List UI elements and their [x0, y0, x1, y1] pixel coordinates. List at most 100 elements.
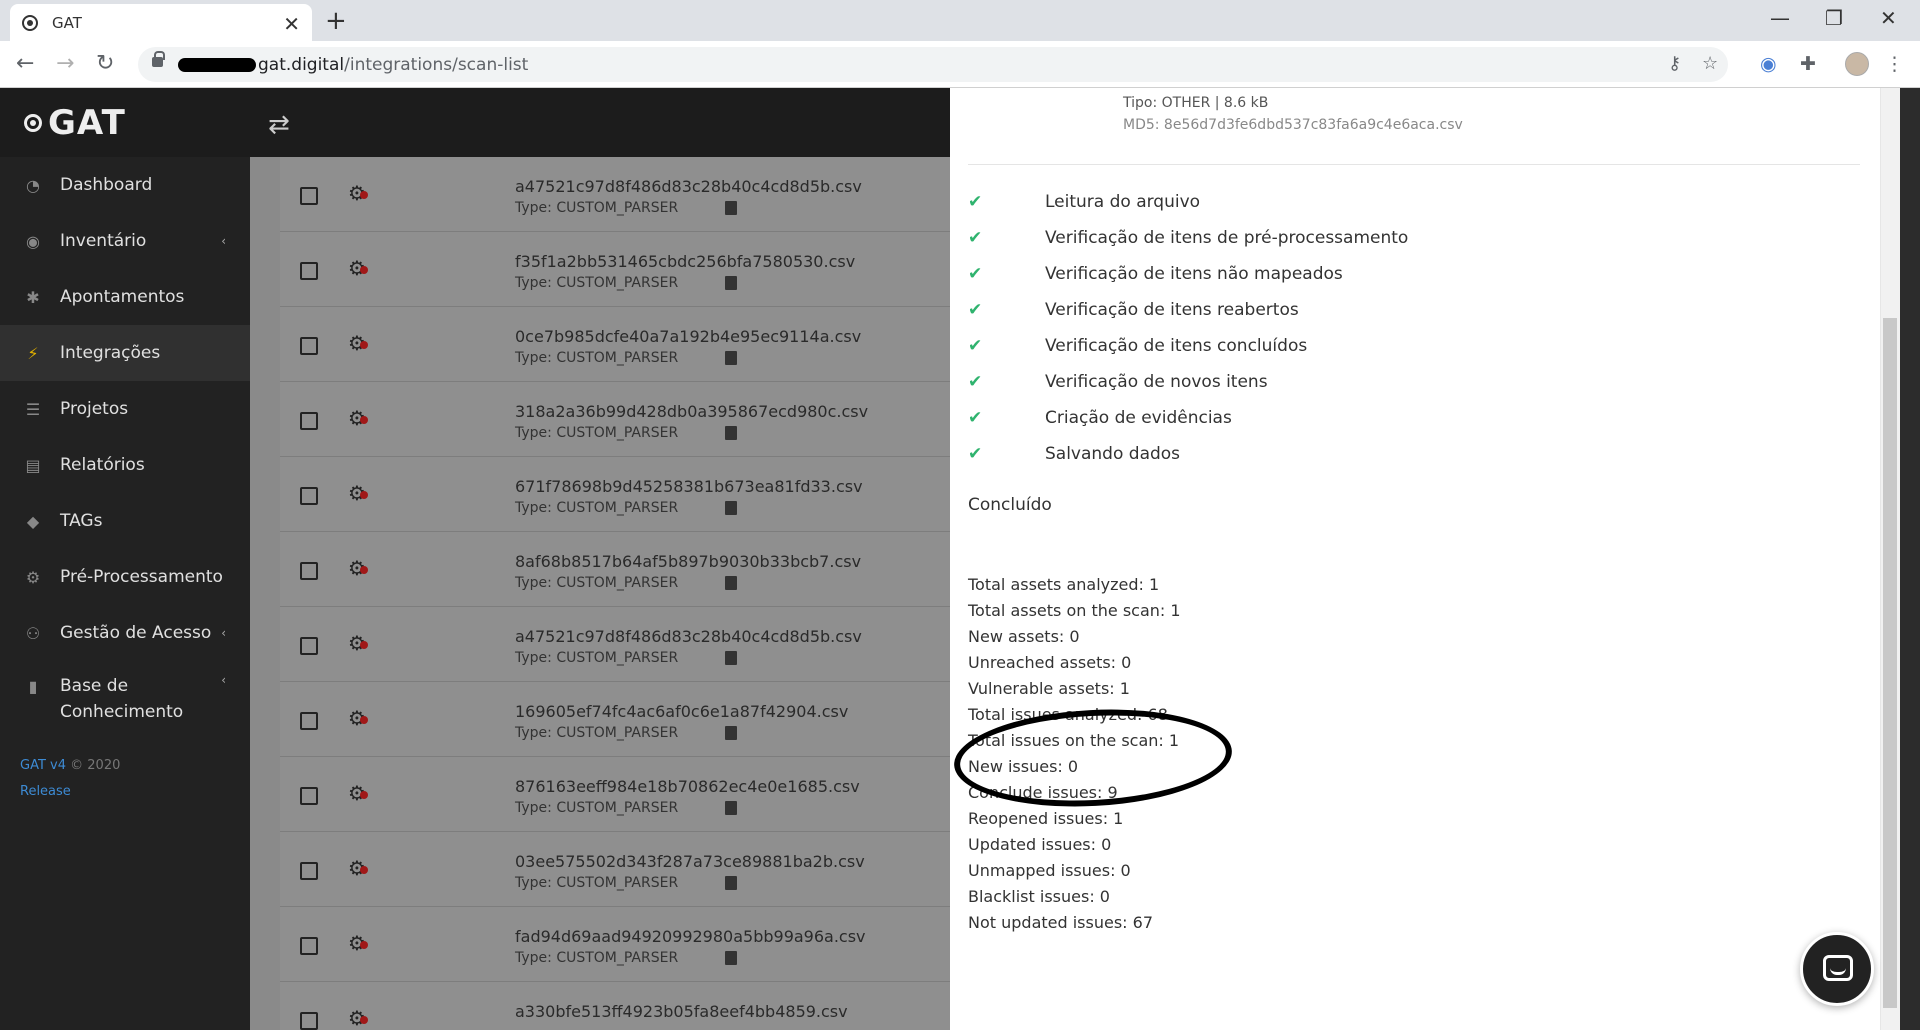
status-dot: [360, 266, 368, 274]
row-checkbox[interactable]: [300, 337, 318, 355]
scan-gear-icon[interactable]: ⚙: [348, 1006, 368, 1030]
scan-gear-icon[interactable]: ⚙: [348, 406, 368, 430]
row-checkbox[interactable]: [300, 562, 318, 580]
close-window-icon[interactable]: ✕: [1880, 6, 1897, 30]
maximize-icon[interactable]: ❐: [1825, 6, 1843, 30]
sidebar-item-pr-processamento[interactable]: ⚙ Pré-Processamento: [0, 549, 250, 605]
sidebar-item-gest-o-de-acesso[interactable]: ⚇ Gestão de Acesso ‹: [0, 605, 250, 661]
sidebar-item-tags[interactable]: ◆ TAGs: [0, 493, 250, 549]
document-icon[interactable]: [725, 351, 737, 365]
scan-gear-icon[interactable]: ⚙: [348, 631, 368, 655]
row-checkbox[interactable]: [300, 637, 318, 655]
sidebar-item-dashboard[interactable]: ◔ Dashboard: [0, 157, 250, 213]
scan-file-name[interactable]: 876163eeff984e18b70862ec4e0e1685.csv: [515, 777, 860, 796]
document-icon[interactable]: [725, 576, 737, 590]
browser-tab[interactable]: GAT ✕: [10, 4, 312, 41]
scan-gear-icon[interactable]: ⚙: [348, 706, 368, 730]
scan-file-name[interactable]: a330bfe513ff4923b05fa8eef4bb4859.csv: [515, 1002, 848, 1021]
row-checkbox[interactable]: [300, 937, 318, 955]
key-icon[interactable]: ⚷: [1668, 53, 1681, 74]
scan-file-name[interactable]: f35f1a2bb531465cbdc256bfa7580530.csv: [515, 252, 855, 271]
sidebar-item-label: Relatórios: [60, 455, 145, 475]
app-logo[interactable]: GAT: [0, 88, 250, 157]
toggle-sidebar-icon[interactable]: ⇄: [268, 110, 290, 140]
scan-gear-icon[interactable]: ⚙: [348, 481, 368, 505]
sidebar-item-invent-rio[interactable]: ◉ Inventário ‹: [0, 213, 250, 269]
forward-icon[interactable]: →: [56, 51, 74, 76]
row-checkbox[interactable]: [300, 262, 318, 280]
version-link[interactable]: GAT v4: [20, 758, 66, 773]
sidebar-item-apontamentos[interactable]: ✱ Apontamentos: [0, 269, 250, 325]
document-icon[interactable]: [725, 426, 737, 440]
sidebar-item-projetos[interactable]: ☰ Projetos: [0, 381, 250, 437]
row-checkbox[interactable]: [300, 787, 318, 805]
scan-file-name[interactable]: a47521c97d8f486d83c28b40c4cd8d5b.csv: [515, 627, 862, 646]
status-dot: [360, 191, 368, 199]
panel-scrollbar[interactable]: [1880, 88, 1900, 1030]
scan-file-name[interactable]: 0ce7b985dcfe40a7a192b4e95ec9114a.csv: [515, 327, 861, 346]
document-icon[interactable]: [725, 726, 737, 740]
document-icon[interactable]: [725, 876, 737, 890]
scan-file-name[interactable]: 318a2a36b99d428db0a395867ecd980c.csv: [515, 402, 868, 421]
row-checkbox[interactable]: [300, 1012, 318, 1030]
star-icon[interactable]: ☆: [1702, 53, 1718, 74]
sidebar-item-relat-rios[interactable]: ▤ Relatórios: [0, 437, 250, 493]
table-row[interactable]: ⚙ a330bfe513ff4923b05fa8eef4bb4859.csv: [280, 982, 950, 1030]
status-dot: [360, 416, 368, 424]
table-row[interactable]: ⚙ fad94d69aad94920992980a5bb99a96a.csv Typ…: [280, 907, 950, 982]
row-checkbox[interactable]: [300, 412, 318, 430]
table-row[interactable]: ⚙ 03ee575502d343f287a73ce89881ba2b.csv Typ…: [280, 832, 950, 907]
sidebar-item-integra-es[interactable]: ⚡ Integrações: [0, 325, 250, 381]
url-field[interactable]: gat.digital /integrations/scan-list ⚷ ☆: [138, 47, 1728, 82]
scan-file-name[interactable]: 03ee575502d343f287a73ce89881ba2b.csv: [515, 852, 865, 871]
reload-icon[interactable]: ↻: [96, 51, 114, 76]
status-dot: [360, 791, 368, 799]
profile-avatar[interactable]: [1845, 52, 1869, 76]
row-checkbox[interactable]: [300, 862, 318, 880]
table-row[interactable]: ⚙ a47521c97d8f486d83c28b40c4cd8d5b.csv Typ…: [280, 607, 950, 682]
scan-gear-icon[interactable]: ⚙: [348, 931, 368, 955]
minimize-icon[interactable]: —: [1770, 6, 1790, 30]
check-icon: ✔: [968, 264, 983, 284]
document-icon[interactable]: [725, 801, 737, 815]
table-row[interactable]: ⚙ 8af68b8517b64af5b897b9030b33bcb7.csv Typ…: [280, 532, 950, 607]
scan-file-name[interactable]: 671f78698b9d45258381b673ea81fd33.csv: [515, 477, 863, 496]
row-checkbox[interactable]: [300, 487, 318, 505]
close-tab-icon[interactable]: ✕: [283, 12, 300, 36]
sidebar-item-base-de-conhecimento[interactable]: ▮ Base de Conhecimento ‹: [0, 661, 250, 735]
scan-file-name[interactable]: a47521c97d8f486d83c28b40c4cd8d5b.csv: [515, 177, 862, 196]
extension-icon[interactable]: ◉: [1760, 53, 1777, 75]
menu-dots-icon[interactable]: ⋮: [1885, 53, 1904, 75]
new-tab-icon[interactable]: +: [325, 6, 347, 36]
document-icon[interactable]: [725, 501, 737, 515]
puzzle-icon[interactable]: ✚: [1800, 53, 1816, 75]
table-row[interactable]: ⚙ 169605ef74fc4ac6af0c6e1a87f42904.csv Typ…: [280, 682, 950, 757]
scan-file-name[interactable]: fad94d69aad94920992980a5bb99a96a.csv: [515, 927, 866, 946]
back-icon[interactable]: ←: [16, 51, 34, 76]
document-icon[interactable]: [725, 201, 737, 215]
scan-gear-icon[interactable]: ⚙: [348, 181, 368, 205]
scan-file-name[interactable]: 8af68b8517b64af5b897b9030b33bcb7.csv: [515, 552, 861, 571]
table-row[interactable]: ⚙ 671f78698b9d45258381b673ea81fd33.csv Typ…: [280, 457, 950, 532]
panel-scroll-thumb[interactable]: [1883, 318, 1897, 1008]
row-checkbox[interactable]: [300, 187, 318, 205]
table-row[interactable]: ⚙ 318a2a36b99d428db0a395867ecd980c.csv Typ…: [280, 382, 950, 457]
scan-gear-icon[interactable]: ⚙: [348, 331, 368, 355]
table-row[interactable]: ⚙ f35f1a2bb531465cbdc256bfa7580530.csv Typ…: [280, 232, 950, 307]
document-icon[interactable]: [725, 951, 737, 965]
processing-steps: ✔ Leitura do arquivo ✔ Verificação de itens…: [968, 184, 1408, 472]
scan-file-name[interactable]: 169605ef74fc4ac6af0c6e1a87f42904.csv: [515, 702, 848, 721]
scan-gear-icon[interactable]: ⚙: [348, 256, 368, 280]
table-row[interactable]: ⚙ 0ce7b985dcfe40a7a192b4e95ec9114a.csv Typ…: [280, 307, 950, 382]
document-icon[interactable]: [725, 651, 737, 665]
chat-launcher-button[interactable]: [1800, 932, 1874, 1006]
row-checkbox[interactable]: [300, 712, 318, 730]
release-link[interactable]: Release: [20, 784, 71, 799]
document-icon[interactable]: [725, 276, 737, 290]
scan-gear-icon[interactable]: ⚙: [348, 856, 368, 880]
scan-gear-icon[interactable]: ⚙: [348, 781, 368, 805]
scan-file-type: Type: CUSTOM_PARSER: [515, 950, 679, 966]
table-row[interactable]: ⚙ a47521c97d8f486d83c28b40c4cd8d5b.csv Typ…: [280, 157, 950, 232]
table-row[interactable]: ⚙ 876163eeff984e18b70862ec4e0e1685.csv Typ…: [280, 757, 950, 832]
scan-gear-icon[interactable]: ⚙: [348, 556, 368, 580]
